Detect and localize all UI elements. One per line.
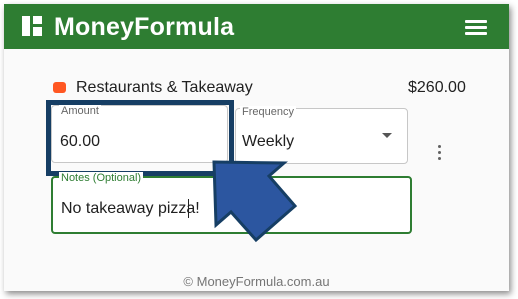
- notes-label: Notes (Optional): [59, 172, 144, 184]
- highlight-box: [46, 100, 234, 176]
- app-header: MoneyFormula: [4, 4, 509, 49]
- dropdown-arrow-icon[interactable]: [382, 133, 392, 138]
- category-label: Restaurants & Takeaway: [76, 79, 253, 96]
- footer-copyright: © MoneyFormula.com.au: [183, 274, 330, 289]
- notes-value: No takeaway pizza!: [61, 200, 200, 217]
- more-vertical-icon[interactable]: [438, 145, 442, 161]
- frequency-label: Frequency: [240, 106, 296, 118]
- category-color-icon: [53, 82, 66, 93]
- category-amount: $260.00: [408, 79, 466, 96]
- app-card: MoneyFormula Restaurants & Takeaway $260…: [4, 4, 509, 291]
- grid-icon: [22, 16, 42, 36]
- text-cursor: [188, 199, 189, 218]
- frequency-value: Weekly: [242, 133, 295, 150]
- hamburger-menu-icon[interactable]: [465, 20, 487, 36]
- app-title: MoneyFormula: [54, 13, 235, 41]
